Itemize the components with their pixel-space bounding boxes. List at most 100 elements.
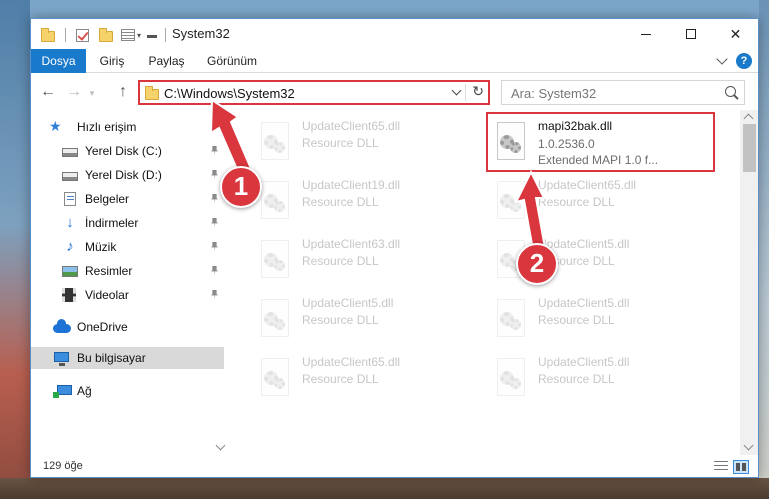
sidebar-item-music[interactable]: ♪ Müzik bbox=[31, 236, 224, 258]
back-button[interactable]: ← bbox=[39, 83, 57, 101]
tab-home[interactable]: Giriş bbox=[88, 49, 136, 73]
up-button[interactable]: ↑ bbox=[114, 83, 132, 101]
navigation-bar: ← → ▾ ↑ C:\Windows\System32 ↻ Ara: Syste… bbox=[31, 74, 758, 110]
scrollbar-thumb[interactable] bbox=[743, 124, 756, 172]
sidebar-item-label: Belgeler bbox=[85, 192, 130, 206]
new-folder-icon[interactable] bbox=[99, 28, 113, 42]
forward-button[interactable]: → bbox=[65, 83, 83, 101]
file-item[interactable]: UpdateClient63.dll Resource DLL bbox=[252, 232, 482, 288]
help-icon[interactable]: ? bbox=[736, 53, 752, 69]
tab-view[interactable]: Görünüm bbox=[197, 49, 267, 73]
file-item[interactable]: UpdateClient65.dll Resource DLL bbox=[252, 114, 482, 170]
close-button[interactable]: ✕ bbox=[713, 19, 758, 49]
pin-icon[interactable] bbox=[211, 266, 218, 275]
pin-icon[interactable] bbox=[211, 194, 218, 203]
quick-access-toolbar: ▾ ▬ bbox=[41, 27, 167, 43]
folder-icon bbox=[145, 86, 159, 100]
file-name: mapi32bak.dll bbox=[538, 119, 613, 133]
maximize-icon bbox=[685, 29, 696, 39]
sidebar-item-videos[interactable]: Videolar bbox=[31, 284, 224, 306]
pin-icon[interactable] bbox=[211, 170, 218, 179]
pin-icon[interactable] bbox=[211, 242, 218, 251]
title-bar: ▾ ▬ System32 ✕ bbox=[31, 19, 758, 49]
details-view-icon[interactable] bbox=[714, 461, 728, 473]
chevron-down-icon[interactable]: ▾ bbox=[137, 31, 141, 40]
properties-check-icon[interactable] bbox=[76, 28, 89, 42]
dll-file-icon bbox=[491, 358, 531, 398]
explorer-window: ▾ ▬ System32 ✕ Dosya Giriş Paylaş Görünü… bbox=[30, 18, 759, 478]
star-icon: ★ bbox=[49, 118, 62, 134]
file-type: Resource DLL bbox=[302, 195, 379, 209]
quick-access-dropdown-icon[interactable]: ▬ bbox=[147, 30, 157, 41]
sidebar-item-label: Hızlı erişim bbox=[77, 120, 137, 134]
scroll-up-icon[interactable] bbox=[743, 113, 754, 124]
desktop-background-right bbox=[759, 0, 769, 499]
file-item[interactable]: UpdateClient5.dll Resource DLL bbox=[488, 291, 718, 347]
dll-file-icon bbox=[491, 299, 531, 339]
file-item[interactable]: UpdateClient5.dll Resource DLL bbox=[488, 350, 718, 406]
ribbon-tabs: Dosya Giriş Paylaş Görünüm ? bbox=[31, 49, 758, 73]
search-input[interactable]: Ara: System32 bbox=[501, 80, 745, 105]
cloud-icon bbox=[53, 319, 71, 333]
sidebar-item-documents[interactable]: Belgeler bbox=[31, 188, 224, 210]
highlighted-file-mapi32bak[interactable]: mapi32bak.dll 1.0.2536.0 Extended MAPI 1… bbox=[486, 112, 715, 172]
sidebar-item-quick-access[interactable]: ★ Hızlı erişim bbox=[31, 116, 224, 138]
file-version: 1.0.2536.0 bbox=[538, 137, 595, 151]
address-history-icon[interactable] bbox=[451, 85, 462, 96]
address-bar[interactable]: C:\Windows\System32 ↻ bbox=[138, 80, 490, 105]
refresh-icon[interactable]: ↻ bbox=[472, 83, 484, 100]
file-list: UpdateClient65.dll Resource DLL UpdateCl… bbox=[228, 110, 740, 455]
customize-toolbar-icon[interactable] bbox=[121, 29, 135, 41]
file-type: Resource DLL bbox=[302, 313, 379, 327]
file-item[interactable]: UpdateClient5.dll Resource DLL bbox=[252, 291, 482, 347]
file-name: UpdateClient5.dll bbox=[302, 296, 394, 310]
pin-icon[interactable] bbox=[211, 290, 218, 299]
sidebar-scroll-down-icon[interactable] bbox=[215, 440, 226, 451]
item-count: 129 öğe bbox=[43, 460, 83, 472]
address-path[interactable]: C:\Windows\System32 bbox=[164, 86, 295, 101]
expand-ribbon-icon[interactable] bbox=[716, 53, 728, 65]
scroll-down-icon[interactable] bbox=[743, 440, 754, 451]
tab-share[interactable]: Paylaş bbox=[139, 49, 194, 73]
recent-locations-icon[interactable]: ▾ bbox=[83, 88, 101, 99]
file-type: Resource DLL bbox=[302, 136, 379, 150]
callout-badge-1: 1 bbox=[220, 166, 262, 208]
file-item[interactable]: UpdateClient65.dll Resource DLL bbox=[488, 173, 718, 229]
dll-file-icon bbox=[491, 181, 531, 221]
pin-icon[interactable] bbox=[211, 146, 218, 155]
dll-file-icon bbox=[255, 240, 295, 280]
dll-file-icon bbox=[255, 299, 295, 339]
callout-badge-2: 2 bbox=[516, 243, 558, 285]
sidebar-item-network[interactable]: Ağ bbox=[31, 380, 224, 402]
vertical-scrollbar[interactable] bbox=[740, 110, 758, 455]
dll-file-icon bbox=[255, 122, 295, 162]
sidebar-item-downloads[interactable]: ↓ İndirmeler bbox=[31, 212, 224, 234]
file-item[interactable]: UpdateClient65.dll Resource DLL bbox=[252, 350, 482, 406]
pin-icon[interactable] bbox=[211, 218, 218, 227]
sidebar-item-label: Resimler bbox=[85, 264, 133, 278]
status-bar: 129 öğe bbox=[31, 455, 758, 477]
sidebar-item-label: Ağ bbox=[77, 384, 92, 398]
file-name: UpdateClient65.dll bbox=[302, 355, 401, 369]
sidebar-item-label: Yerel Disk (D:) bbox=[85, 168, 162, 182]
desktop-background-bottom bbox=[0, 478, 769, 499]
sidebar-item-onedrive[interactable]: OneDrive bbox=[31, 316, 224, 338]
sidebar-item-label: Bu bilgisayar bbox=[77, 351, 146, 365]
sidebar-item-drive-c[interactable]: Yerel Disk (C:) bbox=[31, 140, 224, 162]
sidebar-item-pictures[interactable]: Resimler bbox=[31, 260, 224, 282]
file-name: UpdateClient19.dll bbox=[302, 178, 401, 192]
maximize-button[interactable] bbox=[668, 19, 713, 49]
close-icon: ✕ bbox=[729, 25, 742, 42]
minimize-button[interactable] bbox=[623, 19, 668, 49]
sidebar-item-drive-d[interactable]: Yerel Disk (D:) bbox=[31, 164, 224, 186]
tiles-view-icon[interactable] bbox=[733, 460, 749, 474]
window-title: System32 bbox=[172, 26, 230, 41]
sidebar-item-this-pc[interactable]: Bu bilgisayar bbox=[31, 347, 224, 369]
tab-file[interactable]: Dosya bbox=[31, 49, 86, 73]
folder-icon bbox=[41, 28, 55, 42]
file-item[interactable]: UpdateClient19.dll Resource DLL bbox=[252, 173, 482, 229]
toolbar-divider bbox=[165, 28, 167, 42]
address-divider bbox=[465, 84, 466, 101]
file-name: UpdateClient65.dll bbox=[538, 178, 637, 192]
search-icon[interactable] bbox=[725, 86, 736, 97]
